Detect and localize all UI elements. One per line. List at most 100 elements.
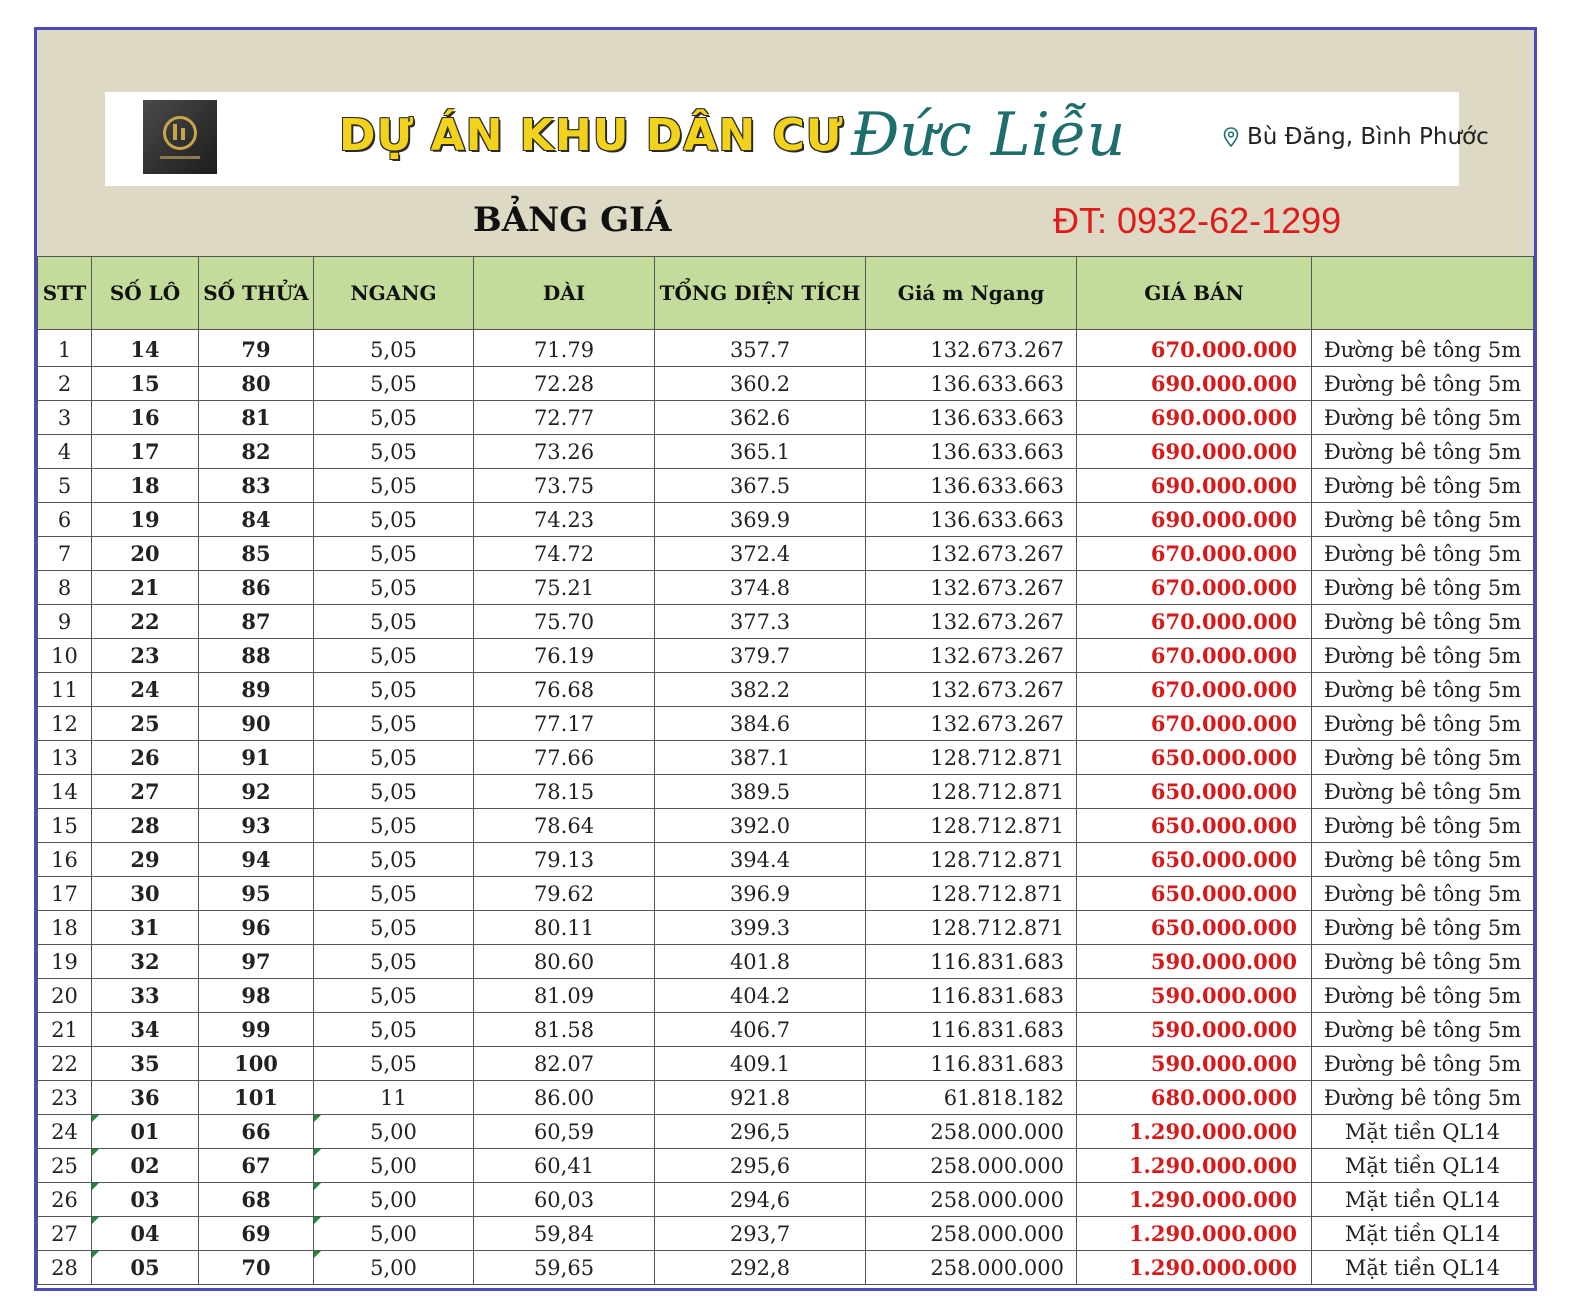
- cell-so-thua: 84: [198, 502, 314, 537]
- cell-gia-m-ngang: 258.000.000: [865, 1250, 1077, 1285]
- cell-dai: 78.15: [473, 774, 655, 809]
- cell-gia-m-ngang: 132.673.267: [865, 706, 1077, 741]
- table-row: 2 15 80 5,05 72.28 360.2 136.633.663 690.000.00…: [37, 366, 1534, 401]
- cell-ghi-chu: Đường bê tông 5m: [1311, 366, 1534, 401]
- location: Bù Đăng, Bình Phước: [1223, 124, 1489, 150]
- cell-ngang: 5,05: [313, 876, 474, 911]
- cell-gia-m-ngang: 132.673.267: [865, 329, 1077, 367]
- cell-gia-ban: 590.000.000: [1076, 1012, 1312, 1047]
- cell-gia-m-ngang: 128.712.871: [865, 740, 1077, 775]
- cell-gia-m-ngang: 116.831.683: [865, 1012, 1077, 1047]
- cell-ngang: 5,00: [313, 1148, 474, 1183]
- cell-so-thua: 98: [198, 978, 314, 1013]
- cell-ghi-chu: Đường bê tông 5m: [1311, 468, 1534, 503]
- cell-tong-dien-tich: 293,7: [654, 1216, 866, 1251]
- cell-ghi-chu: Mặt tiền QL14: [1311, 1182, 1534, 1217]
- cell-so-lo: 31: [91, 910, 199, 945]
- cell-ghi-chu: Đường bê tông 5m: [1311, 876, 1534, 911]
- cell-so-thua: 87: [198, 604, 314, 639]
- cell-so-thua: 95: [198, 876, 314, 911]
- cell-ngang: 5,00: [313, 1216, 474, 1251]
- table-row: 28 05 70 5,00 59,65 292,8 258.000.000 1.290.000…: [37, 1250, 1534, 1285]
- cell-dai: 60,41: [473, 1148, 655, 1183]
- table-row: 10 23 88 5,05 76.19 379.7 132.673.267 670.000.0…: [37, 638, 1534, 673]
- cell-tong-dien-tich: 387.1: [654, 740, 866, 775]
- cell-so-lo: 03: [91, 1182, 199, 1217]
- cell-ghi-chu: Đường bê tông 5m: [1311, 434, 1534, 469]
- phone-number: ĐT: 0932-62-1299: [1053, 200, 1342, 241]
- cell-so-lo: 28: [91, 808, 199, 843]
- cell-dai: 59,65: [473, 1250, 655, 1285]
- table-row: 8 21 86 5,05 75.21 374.8 132.673.267 670.000.00…: [37, 570, 1534, 605]
- cell-stt: 1: [37, 329, 92, 367]
- cell-so-thua: 91: [198, 740, 314, 775]
- cell-so-thua: 79: [198, 329, 314, 367]
- cell-gia-ban: 690.000.000: [1076, 366, 1312, 401]
- cell-tong-dien-tich: 360.2: [654, 366, 866, 401]
- cell-stt: 13: [37, 740, 92, 775]
- cell-so-thua: 101: [198, 1080, 314, 1115]
- cell-gia-m-ngang: 136.633.663: [865, 434, 1077, 469]
- table-row: 16 29 94 5,05 79.13 394.4 128.712.871 650.000.0…: [37, 842, 1534, 877]
- cell-gia-m-ngang: 116.831.683: [865, 1046, 1077, 1081]
- cell-so-lo: 34: [91, 1012, 199, 1047]
- cell-tong-dien-tich: 377.3: [654, 604, 866, 639]
- cell-dai: 75.21: [473, 570, 655, 605]
- table-row: 18 31 96 5,05 80.11 399.3 128.712.871 650.000.0…: [37, 910, 1534, 945]
- cell-stt: 15: [37, 808, 92, 843]
- cell-so-lo: 15: [91, 366, 199, 401]
- table-row: 12 25 90 5,05 77.17 384.6 132.673.267 670.000.0…: [37, 706, 1534, 741]
- cell-gia-m-ngang: 128.712.871: [865, 842, 1077, 877]
- cell-so-lo: 05: [91, 1250, 199, 1285]
- cell-dai: 72.77: [473, 400, 655, 435]
- cell-ngang: 5,05: [313, 329, 474, 367]
- cell-dai: 60,03: [473, 1182, 655, 1217]
- table-row: 23 36 101 11 86.00 921.8 61.818.182 680.000.000…: [37, 1080, 1534, 1115]
- table-row: 3 16 81 5,05 72.77 362.6 136.633.663 690.000.00…: [37, 400, 1534, 435]
- cell-stt: 10: [37, 638, 92, 673]
- cell-dai: 86.00: [473, 1080, 655, 1115]
- cell-ngang: 5,05: [313, 944, 474, 979]
- cell-ngang: 5,05: [313, 468, 474, 503]
- cell-gia-m-ngang: 128.712.871: [865, 910, 1077, 945]
- cell-tong-dien-tich: 367.5: [654, 468, 866, 503]
- cell-stt: 24: [37, 1114, 92, 1149]
- table-row: 11 24 89 5,05 76.68 382.2 132.673.267 670.000.0…: [37, 672, 1534, 707]
- cell-gia-ban: 1.290.000.000: [1076, 1114, 1312, 1149]
- cell-gia-m-ngang: 258.000.000: [865, 1182, 1077, 1217]
- cell-tong-dien-tich: 372.4: [654, 536, 866, 571]
- cell-so-lo: 26: [91, 740, 199, 775]
- cell-gia-ban: 590.000.000: [1076, 944, 1312, 979]
- cell-stt: 2: [37, 366, 92, 401]
- cell-ngang: 5,00: [313, 1114, 474, 1149]
- cell-ngang: 5,05: [313, 1046, 474, 1081]
- header-ngang: NGANG: [313, 256, 474, 330]
- cell-stt: 25: [37, 1148, 92, 1183]
- cell-dai: 72.28: [473, 366, 655, 401]
- cell-ghi-chu: Đường bê tông 5m: [1311, 978, 1534, 1013]
- cell-gia-m-ngang: 132.673.267: [865, 604, 1077, 639]
- price-table: STT SỐ LÔ SỐ THỬA NGANG DÀI TỔNG DIỆN TÍCH Giá…: [37, 256, 1534, 1285]
- cell-ngang: 5,05: [313, 604, 474, 639]
- cell-gia-ban: 670.000.000: [1076, 706, 1312, 741]
- table-row: 14 27 92 5,05 78.15 389.5 128.712.871 650.000.0…: [37, 774, 1534, 809]
- cell-so-lo: 02: [91, 1148, 199, 1183]
- cell-so-thua: 88: [198, 638, 314, 673]
- cell-gia-ban: 650.000.000: [1076, 876, 1312, 911]
- cell-dai: 73.75: [473, 468, 655, 503]
- location-text: Bù Đăng, Bình Phước: [1247, 124, 1489, 150]
- cell-so-thua: 86: [198, 570, 314, 605]
- cell-so-lo: 35: [91, 1046, 199, 1081]
- cell-tong-dien-tich: 389.5: [654, 774, 866, 809]
- cell-ghi-chu: Đường bê tông 5m: [1311, 808, 1534, 843]
- cell-gia-m-ngang: 116.831.683: [865, 978, 1077, 1013]
- cell-ghi-chu: Đường bê tông 5m: [1311, 740, 1534, 775]
- cell-ngang: 5,05: [313, 842, 474, 877]
- cell-dai: 73.26: [473, 434, 655, 469]
- cell-stt: 14: [37, 774, 92, 809]
- cell-so-lo: 23: [91, 638, 199, 673]
- header-stt: STT: [37, 256, 92, 330]
- table-row: 4 17 82 5,05 73.26 365.1 136.633.663 690.000.00…: [37, 434, 1534, 469]
- cell-ngang: 5,05: [313, 706, 474, 741]
- cell-gia-m-ngang: 258.000.000: [865, 1216, 1077, 1251]
